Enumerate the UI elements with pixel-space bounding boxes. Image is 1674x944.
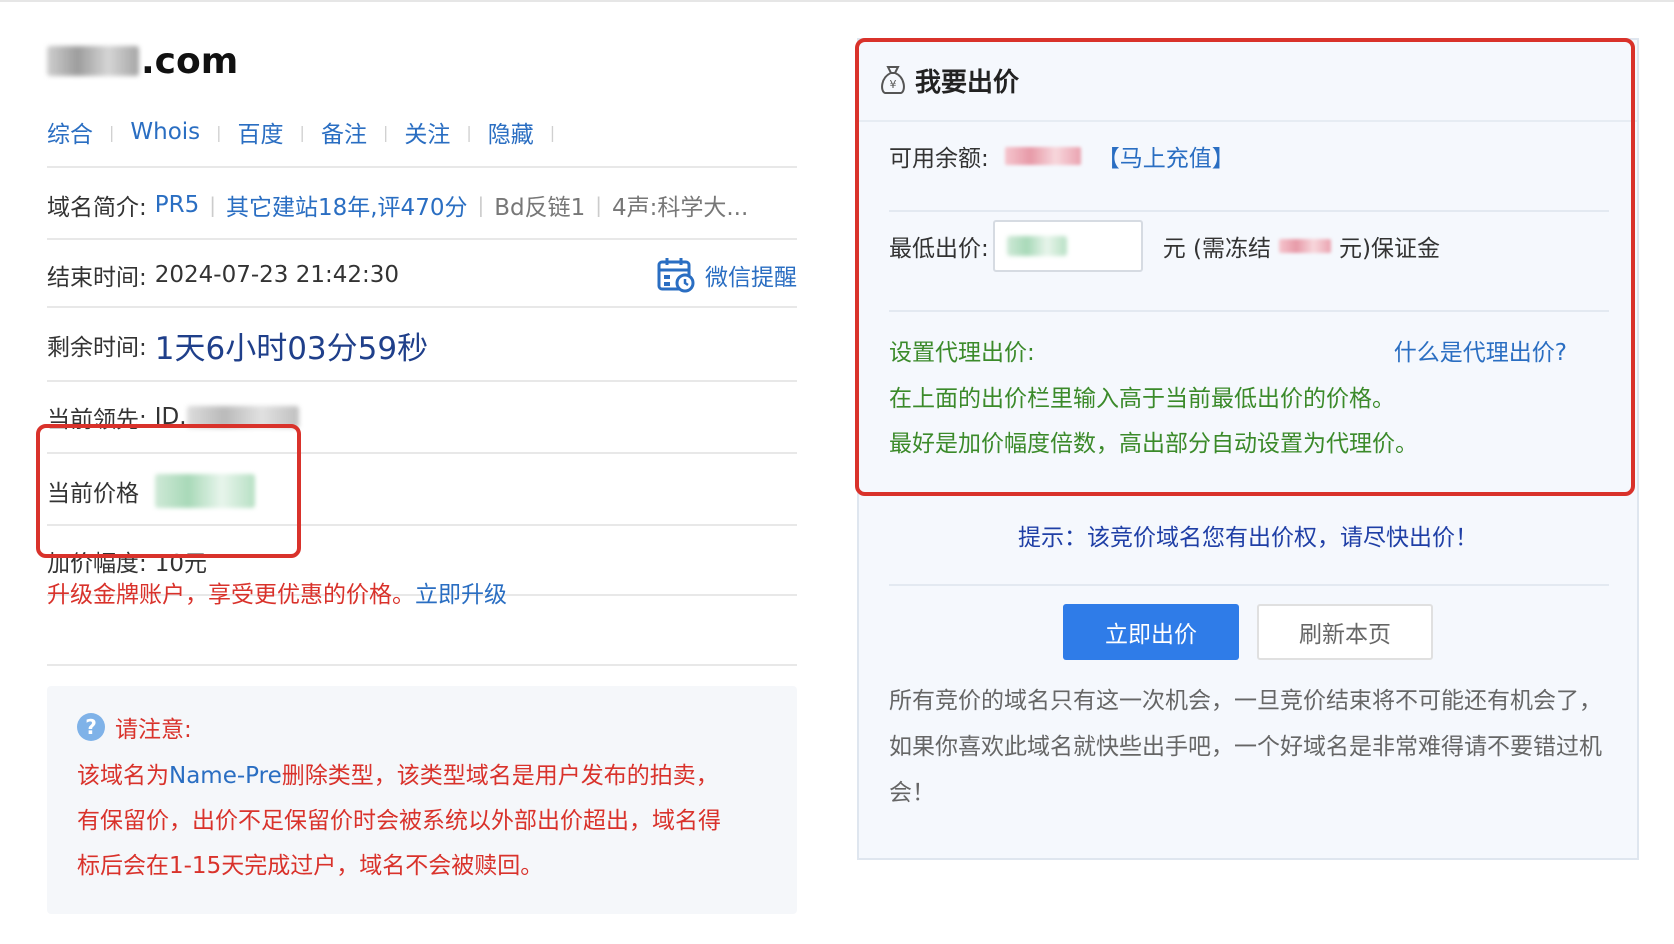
delete-type-text: Name-Pre xyxy=(169,763,282,789)
backlinks-text: Bd反链1 xyxy=(494,195,586,221)
notice-title: 请注意: xyxy=(115,717,192,743)
pr-link[interactable]: PR5 xyxy=(155,192,199,218)
tab-whois[interactable]: Whois xyxy=(130,119,200,145)
divider xyxy=(47,166,797,168)
notice-line-2: 有保留价，出价不足保留价时会被系统以外部出价超出，域名得 xyxy=(77,808,721,834)
refresh-button[interactable]: 刷新本页 xyxy=(1257,604,1433,660)
end-time-label: 结束时间: xyxy=(47,265,147,291)
remain-time-row: 剩余时间: 1天6小时03分59秒 xyxy=(47,320,797,370)
tab-note[interactable]: 备注 xyxy=(321,115,367,149)
notice-box: ? 请注意: 该域名为Name-Pre删除类型，该类型域名是用户发布的拍卖， 有… xyxy=(47,686,797,914)
notice-line-1: 该域名为Name-Pre删除类型，该类型域名是用户发布的拍卖， xyxy=(77,763,719,789)
bid-tip: 提示：该竞价域名您有出价权，请尽快出价！ xyxy=(1018,525,1478,551)
bid-now-button[interactable]: 立即出价 xyxy=(1063,604,1239,660)
tags-text: 4声:科学大... xyxy=(611,195,749,221)
action-buttons: 立即出价 刷新本页 xyxy=(859,604,1637,662)
question-icon: ? xyxy=(77,713,105,741)
divider xyxy=(47,664,797,666)
end-time-row: 结束时间: 2024-07-23 21:42:30 微信提醒 xyxy=(47,254,797,296)
notice-body: 该域名为Name-Pre删除类型，该类型域名是用户发布的拍卖， 有保留价，出价不… xyxy=(77,754,767,889)
intro-label: 域名简介: xyxy=(47,195,147,221)
countdown-value: 1天6小时03分59秒 xyxy=(154,330,429,367)
tab-baidu[interactable]: 百度 xyxy=(238,115,284,149)
domain-title: .com xyxy=(47,36,238,86)
price-highlight-box xyxy=(36,424,301,558)
site-history-link[interactable]: 其它建站18年,评470分 xyxy=(226,188,467,222)
domain-suffix: .com xyxy=(141,40,239,82)
domain-tabs: 综合 | Whois | 百度 | 备注 | 关注 | 隐藏 | xyxy=(47,112,571,152)
divider xyxy=(47,380,797,382)
bid-note: 所有竞价的域名只有这一次机会，一旦竞价结束将不可能还有机会了，如果你喜欢此域名就… xyxy=(889,688,1602,806)
tab-follow[interactable]: 关注 xyxy=(404,115,450,149)
notice-line-3: 标后会在1-15天完成过户，域名不会被赎回。 xyxy=(77,853,544,879)
remain-time-label: 剩余时间: xyxy=(47,335,147,361)
wechat-remind-label: 微信提醒 xyxy=(705,265,797,291)
calendar-clock-icon xyxy=(657,258,695,293)
upgrade-row: 升级金牌账户，享受更优惠的价格。 立即升级 xyxy=(47,572,507,612)
bid-highlight-box xyxy=(855,38,1635,496)
notice-header: ? 请注意: xyxy=(77,710,192,744)
wechat-remind-button[interactable]: 微信提醒 xyxy=(657,257,797,293)
divider xyxy=(47,238,797,240)
top-divider xyxy=(0,0,1674,2)
divider xyxy=(47,306,797,308)
domain-name-redacted xyxy=(47,46,139,76)
tab-hide[interactable]: 隐藏 xyxy=(488,115,534,149)
upgrade-link[interactable]: 立即升级 xyxy=(415,575,507,609)
domain-intro-row: 域名简介: PR5 | 其它建站18年,评470分 | Bd反链1 | 4声:科… xyxy=(47,184,797,226)
tab-overview[interactable]: 综合 xyxy=(47,115,93,149)
end-time-value: 2024-07-23 21:42:30 xyxy=(154,262,400,288)
divider xyxy=(889,584,1609,586)
upgrade-text: 升级金牌账户，享受更优惠的价格。 xyxy=(47,582,415,608)
